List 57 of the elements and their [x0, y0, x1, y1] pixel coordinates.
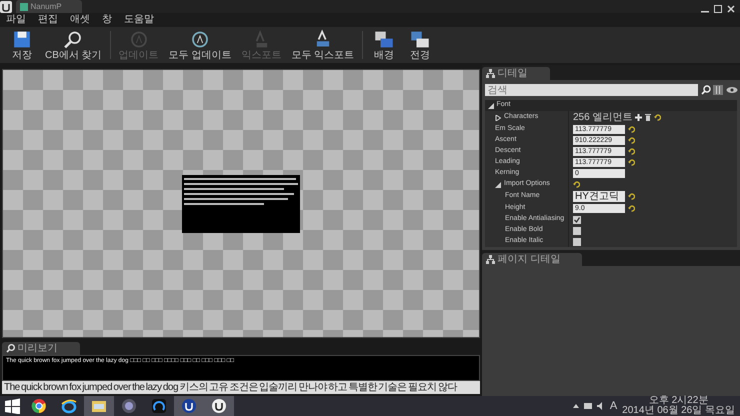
toolbar-button[interactable]: CB에서 찾기 — [40, 29, 107, 61]
browser-icon — [61, 398, 77, 414]
toolbar-button[interactable]: 모두 익스포트 — [286, 29, 360, 61]
tab-title: NanumP — [30, 1, 62, 13]
reset-icon[interactable] — [628, 126, 635, 133]
details-tab[interactable]: 디테일 — [482, 67, 550, 80]
gauge-icon — [151, 398, 167, 414]
browser-icon — [31, 398, 47, 414]
search-field[interactable]: 검색 — [484, 84, 698, 96]
menu-item[interactable]: 창 — [96, 13, 118, 27]
toolbar-button[interactable]: 전경 — [402, 29, 438, 61]
hierarchy-icon — [486, 255, 495, 264]
preview-input-field[interactable]: The quick brown fox jumped over the lazy dog 키스의 고유 조건은 입술끼리 만나야 하고 특별한 기술은 필요치 않다 — [2, 381, 480, 394]
text-field[interactable]: HY견고딕 — [573, 191, 625, 202]
plus-icon — [635, 114, 642, 121]
caret-up-icon — [572, 404, 579, 408]
trash-icon — [645, 114, 652, 121]
menu-item[interactable]: 파일 — [0, 13, 32, 27]
search-icon — [6, 344, 15, 353]
reset-icon[interactable] — [628, 193, 635, 200]
page-details-tab[interactable]: 페이지 디테일 — [482, 253, 582, 266]
reset-icon[interactable] — [654, 114, 662, 121]
checkbox[interactable] — [573, 216, 581, 224]
search-icon — [700, 85, 710, 95]
reset-icon[interactable] — [628, 159, 635, 166]
columns-icon — [713, 85, 723, 95]
engine-logo-icon — [181, 398, 197, 414]
menu-item[interactable]: 애셋 — [64, 13, 96, 27]
document-tab[interactable]: NanumP — [16, 0, 82, 13]
clock-time: 오후 2시22분 — [648, 396, 708, 406]
element-count: 256 엘리먼트 — [573, 111, 632, 125]
menu-item[interactable]: 편집 — [32, 13, 64, 27]
maximize-icon — [714, 5, 722, 13]
menu-item[interactable]: 도움말 — [118, 13, 160, 27]
close-icon — [727, 5, 735, 13]
hierarchy-icon — [486, 69, 495, 78]
reset-icon[interactable] — [628, 205, 635, 212]
checkbox[interactable] — [573, 238, 581, 246]
toolbar-button[interactable]: 모두 업데이트 — [164, 29, 236, 61]
taskbar-app-button[interactable] — [174, 396, 204, 416]
reset-icon[interactable] — [573, 181, 580, 188]
folder-icon — [91, 398, 107, 414]
checkbox[interactable] — [573, 226, 581, 234]
preview-tab[interactable]: 미리보기 — [2, 342, 80, 355]
clock-date: 2014년 06월 26일 목요일 — [622, 406, 735, 416]
toolbar-button[interactable]: 배경 — [366, 29, 402, 61]
toolbar-button[interactable]: 저장 — [4, 29, 40, 61]
engine-logo-icon — [211, 398, 227, 414]
font-asset-icon — [20, 2, 28, 10]
taskbar-app-button[interactable] — [204, 396, 234, 416]
eye-icon — [726, 86, 738, 94]
reset-icon[interactable] — [628, 148, 635, 155]
start-icon[interactable] — [4, 398, 20, 414]
sphere-icon — [121, 398, 137, 414]
speaker-icon — [596, 402, 605, 410]
ime-indicator[interactable]: A — [610, 398, 618, 414]
reset-icon[interactable] — [628, 137, 635, 144]
